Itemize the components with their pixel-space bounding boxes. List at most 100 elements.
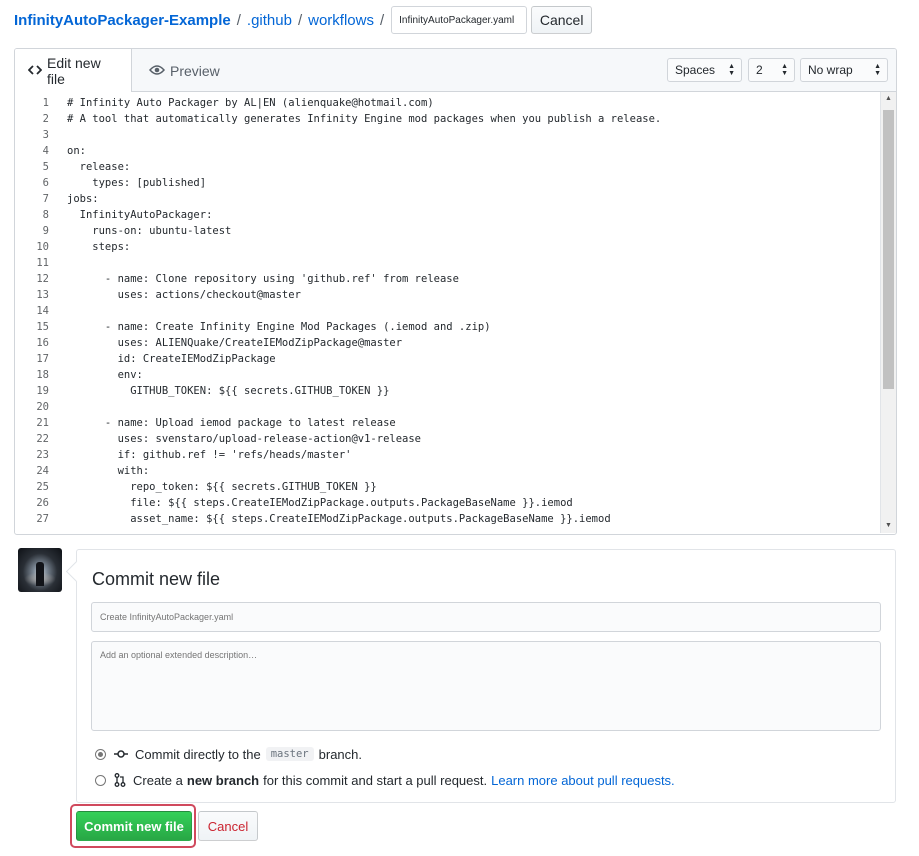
code-line: 11 bbox=[15, 255, 896, 271]
line-number: 22 bbox=[36, 433, 49, 445]
breadcrumb-separator: / bbox=[379, 11, 385, 29]
code-line: 10 steps: bbox=[15, 239, 896, 255]
tab-preview[interactable]: Preview bbox=[136, 49, 233, 92]
editor-toolbar: Edit new file Preview Spaces ▲ ▼ 2 ▲ ▼ No … bbox=[15, 49, 896, 93]
code-line: 23 if: github.ref != 'refs/heads/master' bbox=[15, 447, 896, 463]
line-text: uses: actions/checkout@master bbox=[67, 289, 301, 301]
indent-size-select[interactable]: 2 ▲ ▼ bbox=[748, 58, 795, 82]
commit-button-highlight: Commit new file bbox=[70, 804, 196, 848]
line-number: 1 bbox=[42, 97, 49, 109]
line-text bbox=[49, 399, 67, 415]
scroll-up-icon[interactable]: ▲ bbox=[881, 92, 896, 106]
new-branch-suffix: for this commit and start a pull request… bbox=[263, 772, 488, 788]
code-line: 26 file: ${{ steps.CreateIEModZipPackage… bbox=[15, 495, 896, 511]
commit-direct-radio[interactable] bbox=[95, 748, 106, 760]
code-line: 15 - name: Create Infinity Engine Mod Pa… bbox=[15, 319, 896, 335]
line-text: GITHUB_TOKEN: ${{ secrets.GITHUB_TOKEN }… bbox=[67, 385, 390, 397]
code-editor[interactable]: 1 # Infinity Auto Packager by AL|EN (alie… bbox=[15, 92, 896, 533]
commit-new-file-button[interactable]: Commit new file bbox=[76, 811, 192, 841]
select-arrows-icon: ▲ ▼ bbox=[781, 63, 788, 77]
code-line: 12 - name: Clone repository using 'githu… bbox=[15, 271, 896, 287]
vertical-scrollbar[interactable]: ▲ ▼ bbox=[880, 92, 896, 533]
eye-icon bbox=[149, 63, 170, 79]
select-arrows-icon: ▲ ▼ bbox=[874, 63, 881, 77]
code-line: 3 bbox=[15, 127, 896, 143]
line-text: InfinityAutoPackager: bbox=[67, 209, 213, 221]
breadcrumb-workflows-link[interactable]: workflows bbox=[308, 12, 374, 29]
line-text: id: CreateIEModZipPackage bbox=[67, 353, 276, 365]
line-text: on: bbox=[67, 145, 86, 157]
line-text: types: [published] bbox=[67, 177, 207, 189]
avatar bbox=[18, 548, 62, 592]
code-line: 27 asset_name: ${{ steps.CreateIEModZipP… bbox=[15, 511, 896, 527]
line-number: 26 bbox=[36, 497, 49, 509]
breadcrumb-repo-link[interactable]: InfinityAutoPackager-Example bbox=[14, 12, 231, 29]
line-text: - name: Create Infinity Engine Mod Packa… bbox=[67, 321, 491, 333]
code-icon bbox=[27, 63, 47, 79]
new-branch-prefix: Create a bbox=[133, 772, 183, 788]
line-number: 27 bbox=[36, 513, 49, 525]
line-number: 18 bbox=[36, 369, 49, 381]
line-number: 13 bbox=[36, 289, 49, 301]
commit-description-input[interactable] bbox=[91, 641, 881, 731]
breadcrumb-github-link[interactable]: .github bbox=[247, 12, 292, 29]
commit-summary-input[interactable] bbox=[91, 602, 881, 632]
line-number: 9 bbox=[42, 225, 49, 237]
line-number: 3 bbox=[42, 129, 49, 141]
code-line: 2 # A tool that automatically generates I… bbox=[15, 111, 896, 127]
code-line: 16 uses: ALIENQuake/CreateIEModZipPackag… bbox=[15, 335, 896, 351]
tab-label: Edit new file bbox=[47, 55, 101, 87]
line-text bbox=[49, 303, 67, 319]
wrap-mode-select[interactable]: No wrap ▲ ▼ bbox=[800, 58, 888, 82]
filename-input[interactable] bbox=[391, 6, 528, 34]
scrollbar-thumb[interactable] bbox=[883, 110, 894, 389]
line-number: 2 bbox=[42, 113, 49, 125]
line-number: 7 bbox=[42, 193, 49, 205]
line-text: # A tool that automatically generates In… bbox=[67, 113, 662, 125]
scroll-down-icon[interactable]: ▼ bbox=[881, 519, 896, 533]
indent-size-value: 2 bbox=[756, 63, 763, 77]
breadcrumb-separator: / bbox=[297, 11, 303, 29]
avatar-figure bbox=[36, 562, 44, 586]
line-text bbox=[49, 255, 67, 271]
commit-direct-option[interactable]: Commit directly to the master branch. bbox=[95, 744, 362, 764]
git-pull-request-icon bbox=[114, 773, 126, 787]
line-number: 8 bbox=[42, 209, 49, 221]
commit-new-branch-option[interactable]: Create a new branch for this commit and … bbox=[95, 770, 675, 790]
line-text: repo_token: ${{ secrets.GITHUB_TOKEN }} bbox=[67, 481, 377, 493]
breadcrumb-separator: / bbox=[236, 11, 241, 29]
commit-new-branch-radio[interactable] bbox=[95, 774, 106, 786]
code-line: 25 repo_token: ${{ secrets.GITHUB_TOKEN … bbox=[15, 479, 896, 495]
line-number: 6 bbox=[42, 177, 49, 189]
learn-more-pull-requests-link[interactable]: Learn more about pull requests. bbox=[491, 773, 675, 788]
indent-mode-select[interactable]: Spaces ▲ ▼ bbox=[667, 58, 742, 82]
cancel-edit-button[interactable]: Cancel bbox=[531, 6, 593, 34]
line-number: 20 bbox=[36, 401, 49, 413]
line-text: uses: ALIENQuake/CreateIEModZipPackage@m… bbox=[67, 337, 403, 349]
line-text: asset_name: ${{ steps.CreateIEModZipPack… bbox=[67, 513, 611, 525]
line-number: 15 bbox=[36, 321, 49, 333]
line-number: 21 bbox=[36, 417, 49, 429]
breadcrumb: InfinityAutoPackager-Example / .github /… bbox=[14, 6, 593, 34]
tab-label: Preview bbox=[170, 62, 220, 79]
commit-title: Commit new file bbox=[92, 569, 221, 589]
line-number: 12 bbox=[36, 273, 49, 285]
line-text: uses: svenstaro/upload-release-action@v1… bbox=[67, 433, 422, 445]
code-line: 20 bbox=[15, 399, 896, 415]
code-line: 17 id: CreateIEModZipPackage bbox=[15, 351, 896, 367]
line-number: 5 bbox=[42, 161, 49, 173]
line-text: - name: Clone repository using 'github.r… bbox=[67, 273, 459, 285]
commit-direct-prefix: Commit directly to the bbox=[135, 746, 261, 762]
code-line: 6 types: [published] bbox=[15, 175, 896, 191]
cancel-commit-button[interactable]: Cancel bbox=[198, 811, 258, 841]
git-commit-icon bbox=[114, 749, 128, 759]
line-number: 24 bbox=[36, 465, 49, 477]
new-branch-bold: new branch bbox=[186, 772, 260, 788]
tab-edit-new-file[interactable]: Edit new file bbox=[15, 49, 132, 93]
code-line: 14 bbox=[15, 303, 896, 319]
line-text: # Infinity Auto Packager by AL|EN (alien… bbox=[67, 97, 434, 109]
wrap-mode-value: No wrap bbox=[808, 63, 853, 77]
code-line: 19 GITHUB_TOKEN: ${{ secrets.GITHUB_TOKE… bbox=[15, 383, 896, 399]
code-line: 1 # Infinity Auto Packager by AL|EN (alie… bbox=[15, 95, 896, 111]
line-number: 14 bbox=[36, 305, 49, 317]
